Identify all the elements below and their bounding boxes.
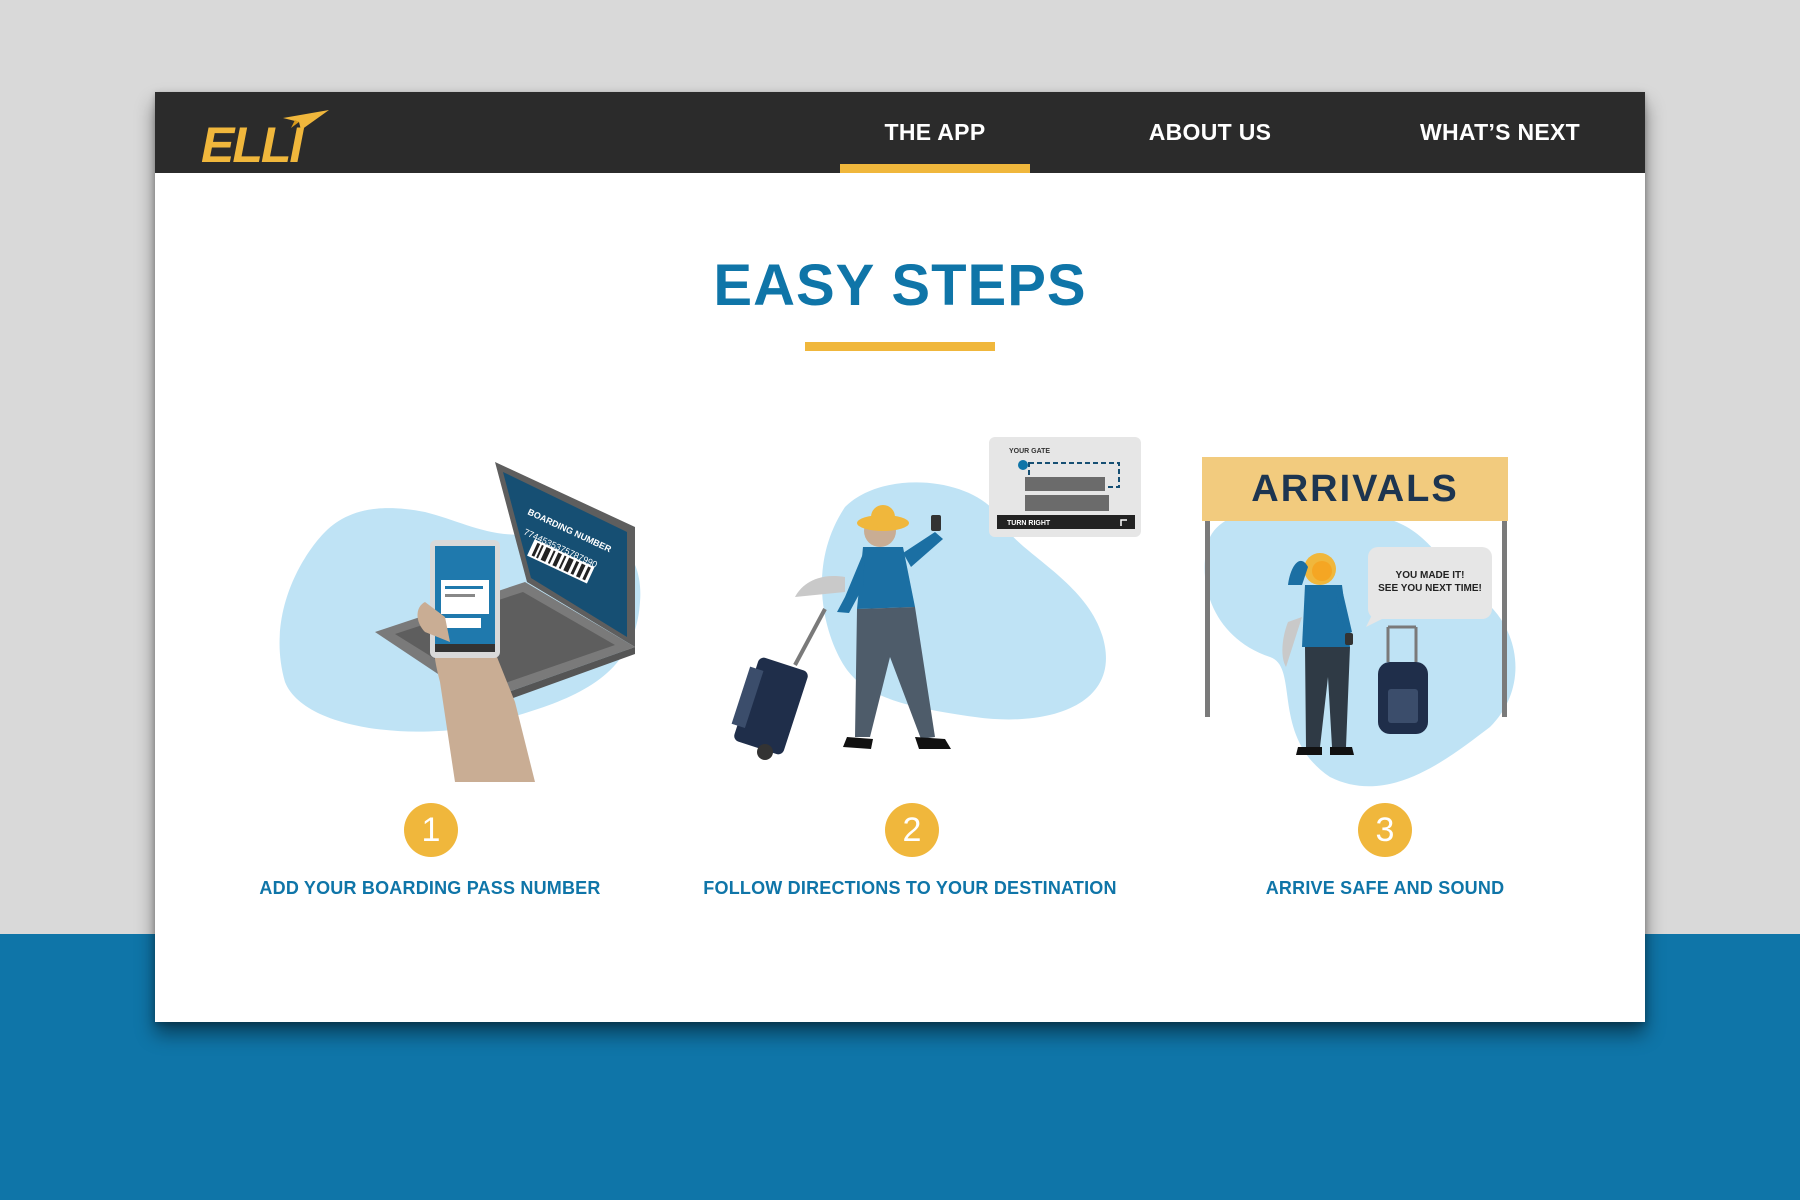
nav-item-whats-next[interactable]: WHAT’S NEXT [1380, 92, 1620, 173]
page-title: EASY STEPS [713, 253, 1087, 318]
svg-text:TURN RIGHT: TURN RIGHT [1007, 520, 1051, 527]
nav-item-the-app[interactable]: THE APP [840, 92, 1030, 173]
title-underline [805, 342, 995, 351]
website-window: ELLI THE APP ABOUT US WHAT’S NEXT EASY S… [155, 92, 1645, 1022]
step-2-number-badge: 2 [885, 803, 939, 857]
logo-wordmark: ELLI [201, 117, 304, 168]
phone-in-hand [931, 515, 941, 531]
svg-text:YOUR GATE: YOUR GATE [1009, 448, 1050, 455]
svg-text:YOU MADE IT!: YOU MADE IT! [1396, 570, 1465, 581]
nav-active-indicator [840, 164, 1030, 173]
step-2-label: FOLLOW DIRECTIONS TO YOUR DESTINATION [703, 878, 1117, 898]
step-3-label: ARRIVE SAFE AND SOUND [1265, 878, 1505, 898]
nav-item-about-us[interactable]: ABOUT US [1115, 92, 1305, 173]
step-1-label: ADD YOUR BOARDING PASS NUMBER [259, 878, 601, 898]
step-2-illustration: YOUR GATE TURN RIGHT [731, 437, 1141, 760]
step-3-illustration: ARRIVALS YOU MADE IT! SEE YOU NEXT TIME! [1202, 457, 1516, 787]
location-pin-icon [1018, 460, 1028, 470]
svg-text:SEE YOU NEXT TIME!: SEE YOU NEXT TIME! [1378, 583, 1482, 594]
elli-logo[interactable]: ELLI [195, 100, 335, 168]
step-1-number-badge: 1 [404, 803, 458, 857]
svg-text:ARRIVALS: ARRIVALS [1251, 468, 1458, 510]
top-navigation-bar: ELLI THE APP ABOUT US WHAT’S NEXT [155, 92, 1645, 173]
step-3-number-badge: 3 [1358, 803, 1412, 857]
step-1-illustration: BOARDING NUMBER 7744535375787990 [279, 462, 641, 782]
